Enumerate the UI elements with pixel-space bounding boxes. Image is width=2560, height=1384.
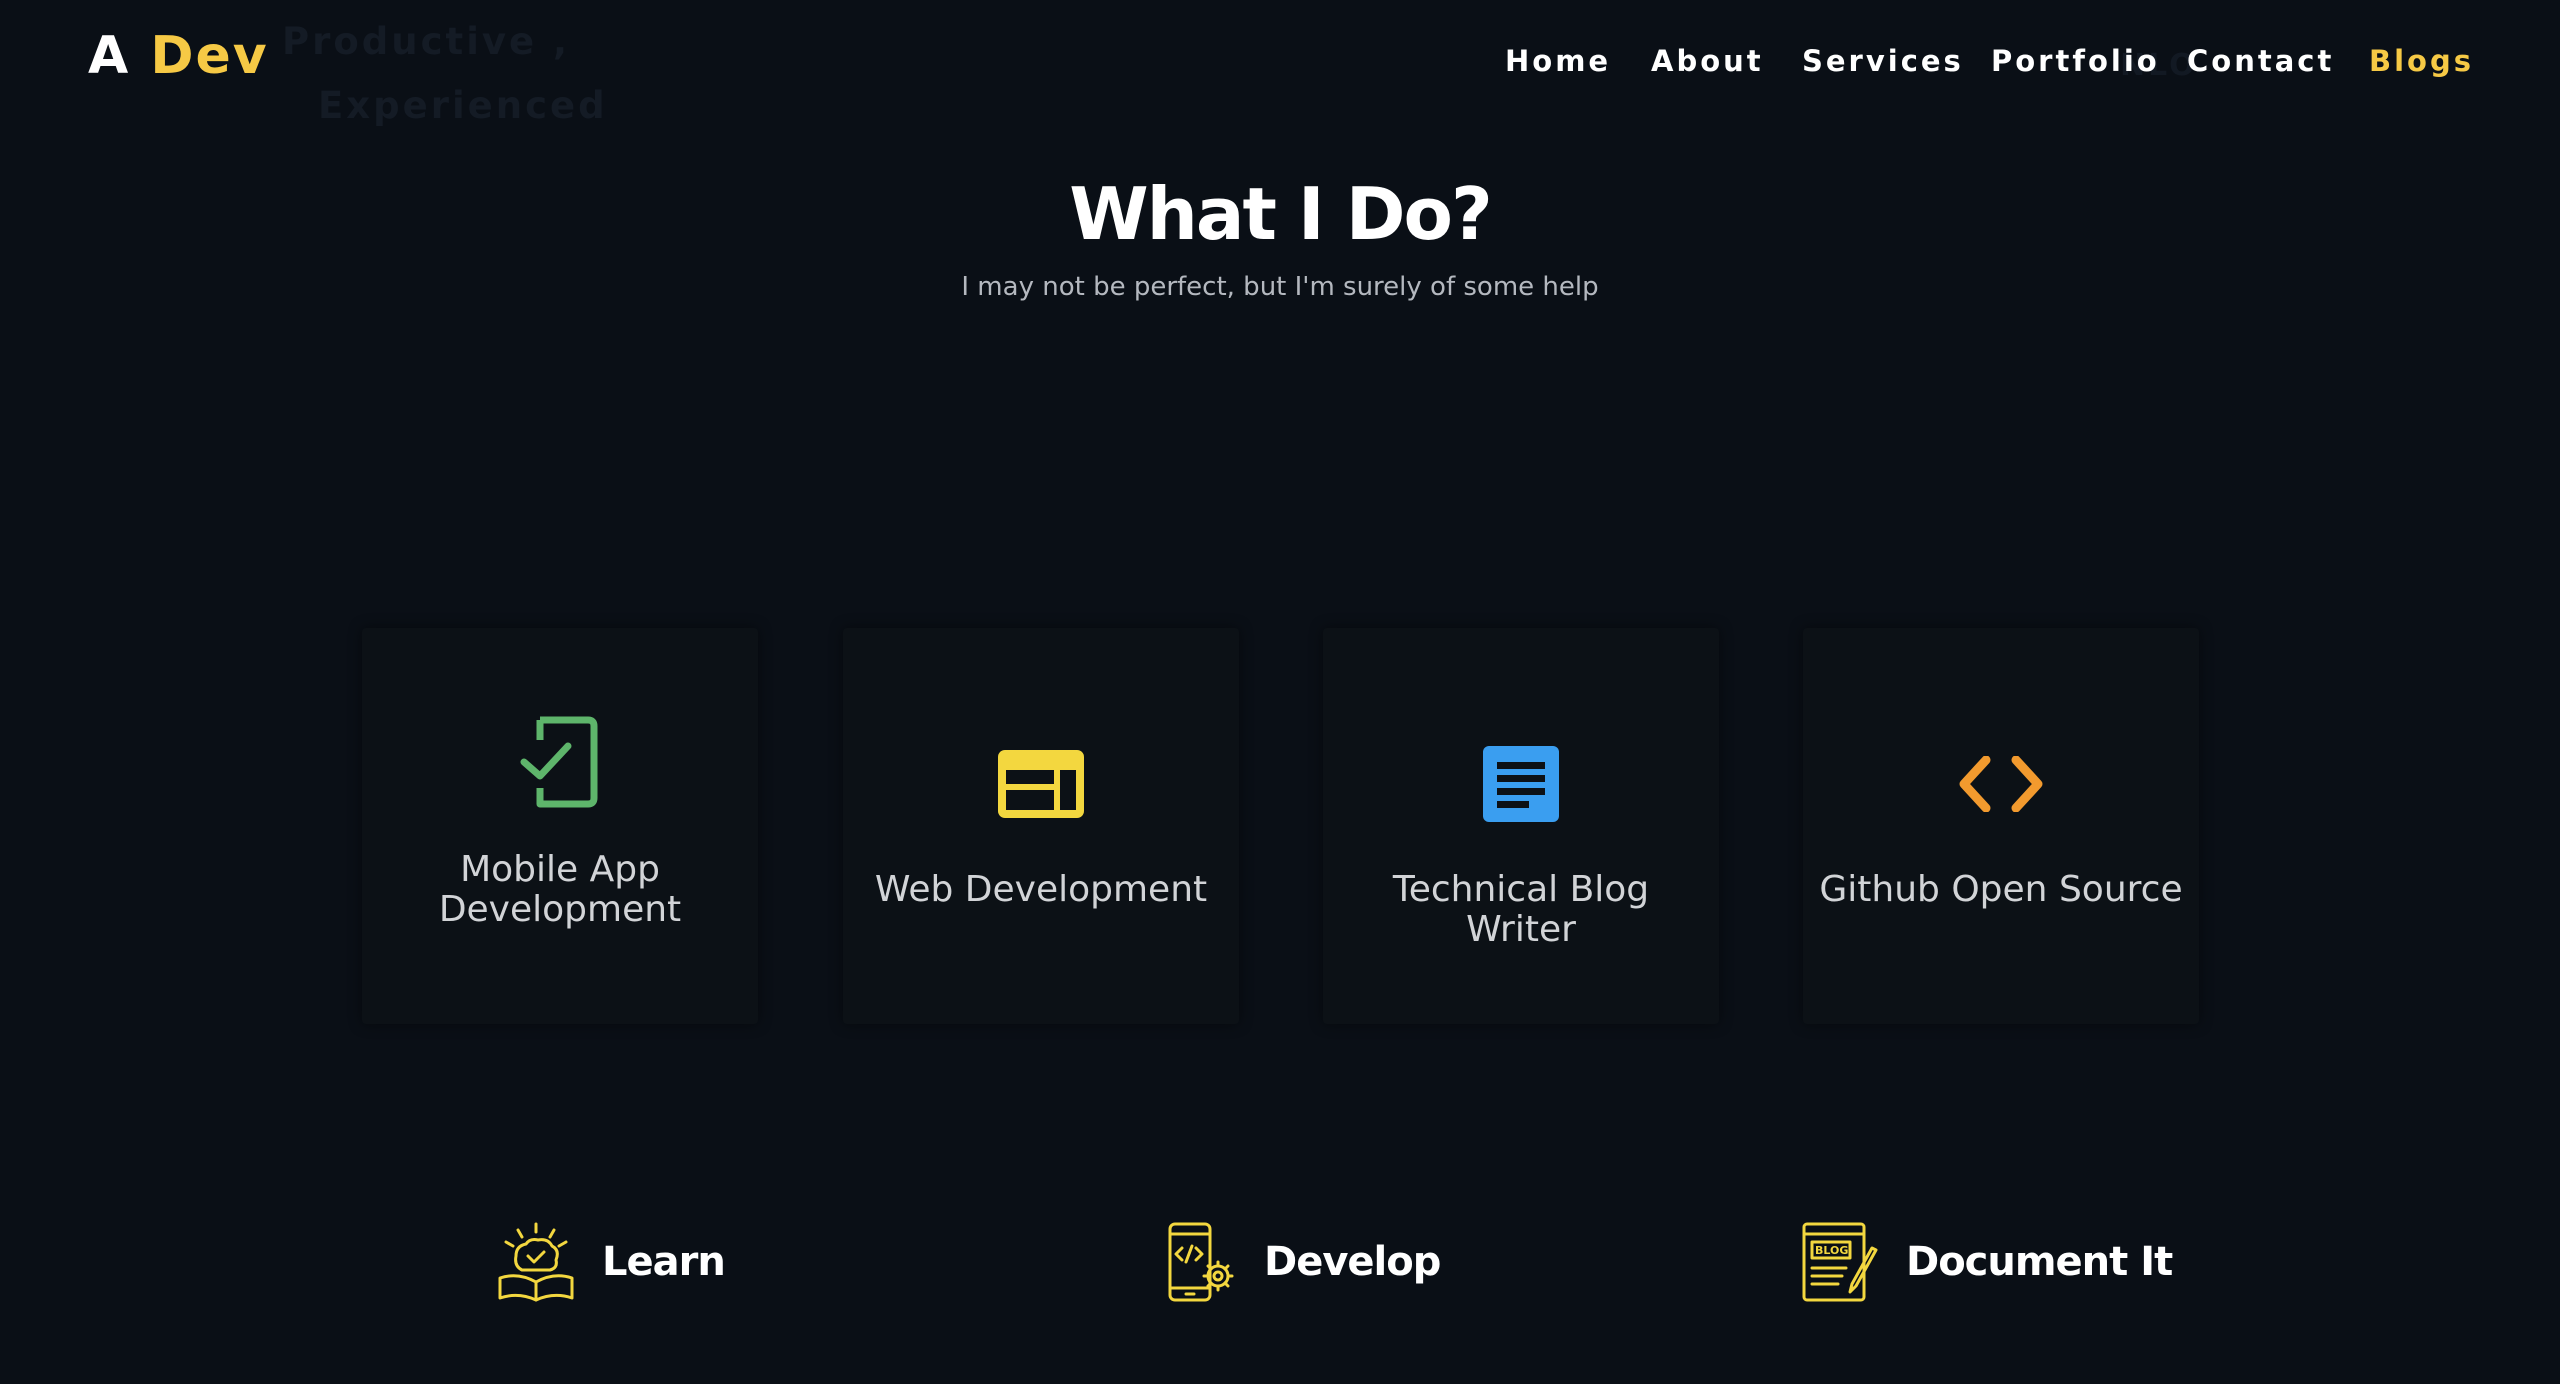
nav-about[interactable]: About <box>1651 44 1764 78</box>
feature-label: Document It <box>1906 1239 2173 1285</box>
feature-document-it: BLOG Document It <box>1798 1220 2173 1304</box>
feature-label: Learn <box>602 1239 726 1285</box>
code-icon <box>1803 756 2199 812</box>
feature-develop: Develop <box>1156 1220 1441 1304</box>
web-layout-icon <box>843 748 1239 820</box>
page: Productive , Experienced NLO A Dev Home … <box>0 0 2560 1384</box>
section-title: What I Do? <box>1069 172 1493 256</box>
service-card-open-source[interactable]: Github Open Source <box>1803 628 2199 1024</box>
service-card-label: Github Open Source <box>1819 869 2183 910</box>
mobile-check-icon <box>362 712 758 812</box>
service-card-web-development[interactable]: Web Development <box>843 628 1239 1024</box>
service-card-label: Technical Blog Writer <box>1392 869 1650 950</box>
service-card-label: Web Development <box>874 869 1208 910</box>
blog-pen-icon: BLOG <box>1798 1220 1882 1304</box>
book-brain-icon <box>494 1220 578 1304</box>
ghost-text-experienced: Experienced <box>318 84 608 127</box>
document-icon <box>1323 744 1719 824</box>
service-card-label: Mobile App Development <box>438 849 682 930</box>
nav-services[interactable]: Services <box>1802 44 1964 78</box>
nav-home[interactable]: Home <box>1505 44 1611 78</box>
service-card-blog-writer[interactable]: Technical Blog Writer <box>1323 628 1719 1024</box>
svg-text:BLOG: BLOG <box>1815 1244 1848 1257</box>
feature-learn: Learn <box>494 1220 726 1304</box>
nav-portfolio[interactable]: Portfolio <box>1991 44 2160 78</box>
feature-label: Develop <box>1264 1239 1441 1285</box>
nav-contact[interactable]: Contact <box>2187 44 2334 78</box>
nav-blogs[interactable]: Blogs <box>2369 44 2474 78</box>
main-nav: Home About Services Portfolio Contact Bl… <box>0 44 2560 84</box>
section-subtitle: I may not be perfect, but I'm surely of … <box>961 272 1599 302</box>
mobile-code-gear-icon <box>1156 1220 1240 1304</box>
service-card-mobile-app[interactable]: Mobile App Development <box>362 628 758 1024</box>
